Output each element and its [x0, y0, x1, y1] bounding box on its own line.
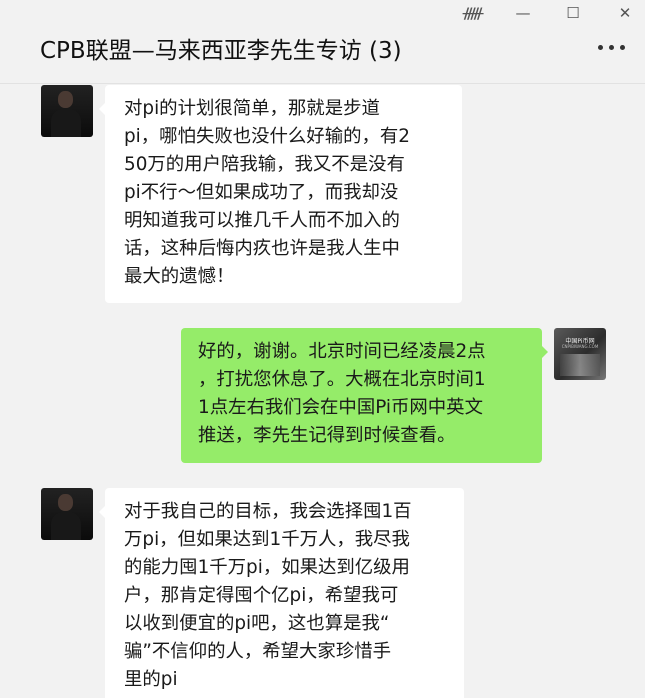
message-line: 好的，谢谢。北京时间已经凌晨2点: [198, 341, 486, 362]
message-line: 话，这种后悔内疚也许是我人生中: [124, 238, 400, 259]
message-text: 对于我自己的目标，我会选择囤1百 万pi，但如果达到1千万人，我尽我 的能力囤1千万…: [124, 498, 464, 694]
more-icon[interactable]: [597, 40, 627, 54]
message-bubble-incoming[interactable]: 对pi的计划很简单，那就是步道 pi，哪怕失败也没什么好输的，有2 50万的用户陪我…: [99, 85, 462, 303]
message-line: 最大的遗憾！: [124, 266, 235, 287]
my-avatar[interactable]: 中国Pi币网 CNPIBIWANG.COM: [554, 328, 606, 380]
message-line: 以收到便宜的pi吧，这也算是我“: [124, 613, 390, 634]
maximize-icon[interactable]: ☐: [562, 2, 584, 24]
message-line: 万pi，但如果达到1千万人，我尽我: [124, 529, 410, 550]
message-line: 骗”不信仰的人，希望大家珍惜手: [124, 641, 391, 662]
message-text: 对pi的计划很简单，那就是步道 pi，哪怕失败也没什么好输的，有2 50万的用户陪我…: [124, 95, 462, 291]
message-bubble-incoming[interactable]: 对于我自己的目标，我会选择囤1百 万pi，但如果达到1千万人，我尽我 的能力囤1千万…: [99, 488, 464, 698]
pin-icon[interactable]: ᚏ: [462, 2, 484, 24]
message-line: 明知道我可以推几千人而不加入的: [124, 210, 400, 231]
message-bubble-outgoing[interactable]: 好的，谢谢。北京时间已经凌晨2点 ，打扰您休息了。大概在北京时间1 1点左右我们会在…: [181, 328, 548, 463]
contact-avatar[interactable]: [41, 488, 93, 540]
message-line: 的能力囤1千万pi，如果达到亿级用: [124, 557, 410, 578]
message-line: ，打扰您休息了。大概在北京时间1: [198, 369, 486, 390]
contact-avatar[interactable]: [41, 85, 93, 137]
avatar-brand-sub: CNPIBIWANG.COM: [561, 344, 599, 349]
close-icon[interactable]: ✕: [614, 2, 636, 24]
message-line: pi，哪怕失败也没什么好输的，有2: [124, 126, 410, 147]
message-line: 户，那肯定得囤个亿pi，希望我可: [124, 585, 399, 606]
message-text: 好的，谢谢。北京时间已经凌晨2点 ，打扰您休息了。大概在北京时间1 1点左右我们会在…: [198, 338, 542, 450]
message-line: 里的pi: [124, 669, 178, 690]
message-line: 对pi的计划很简单，那就是步道: [124, 98, 380, 119]
minimize-icon[interactable]: —: [512, 2, 534, 24]
message-line: 50万的用户陪我输，我又不是没有: [124, 154, 405, 175]
chat-area[interactable]: 对pi的计划很简单，那就是步道 pi，哪怕失败也没什么好输的，有2 50万的用户陪我…: [0, 85, 645, 698]
message-line: 推送，李先生记得到时候查看。: [198, 425, 456, 446]
title-bar: ᚏ — ☐ ✕ CPB联盟—马来西亚李先生专访 (3): [0, 0, 645, 84]
message-line: pi不行～但如果成功了，而我却没: [124, 182, 399, 203]
chat-title: CPB联盟—马来西亚李先生专访 (3): [40, 38, 402, 64]
message-line: 对于我自己的目标，我会选择囤1百: [124, 501, 412, 522]
message-line: 1点左右我们会在中国Pi币网中英文: [198, 397, 483, 418]
